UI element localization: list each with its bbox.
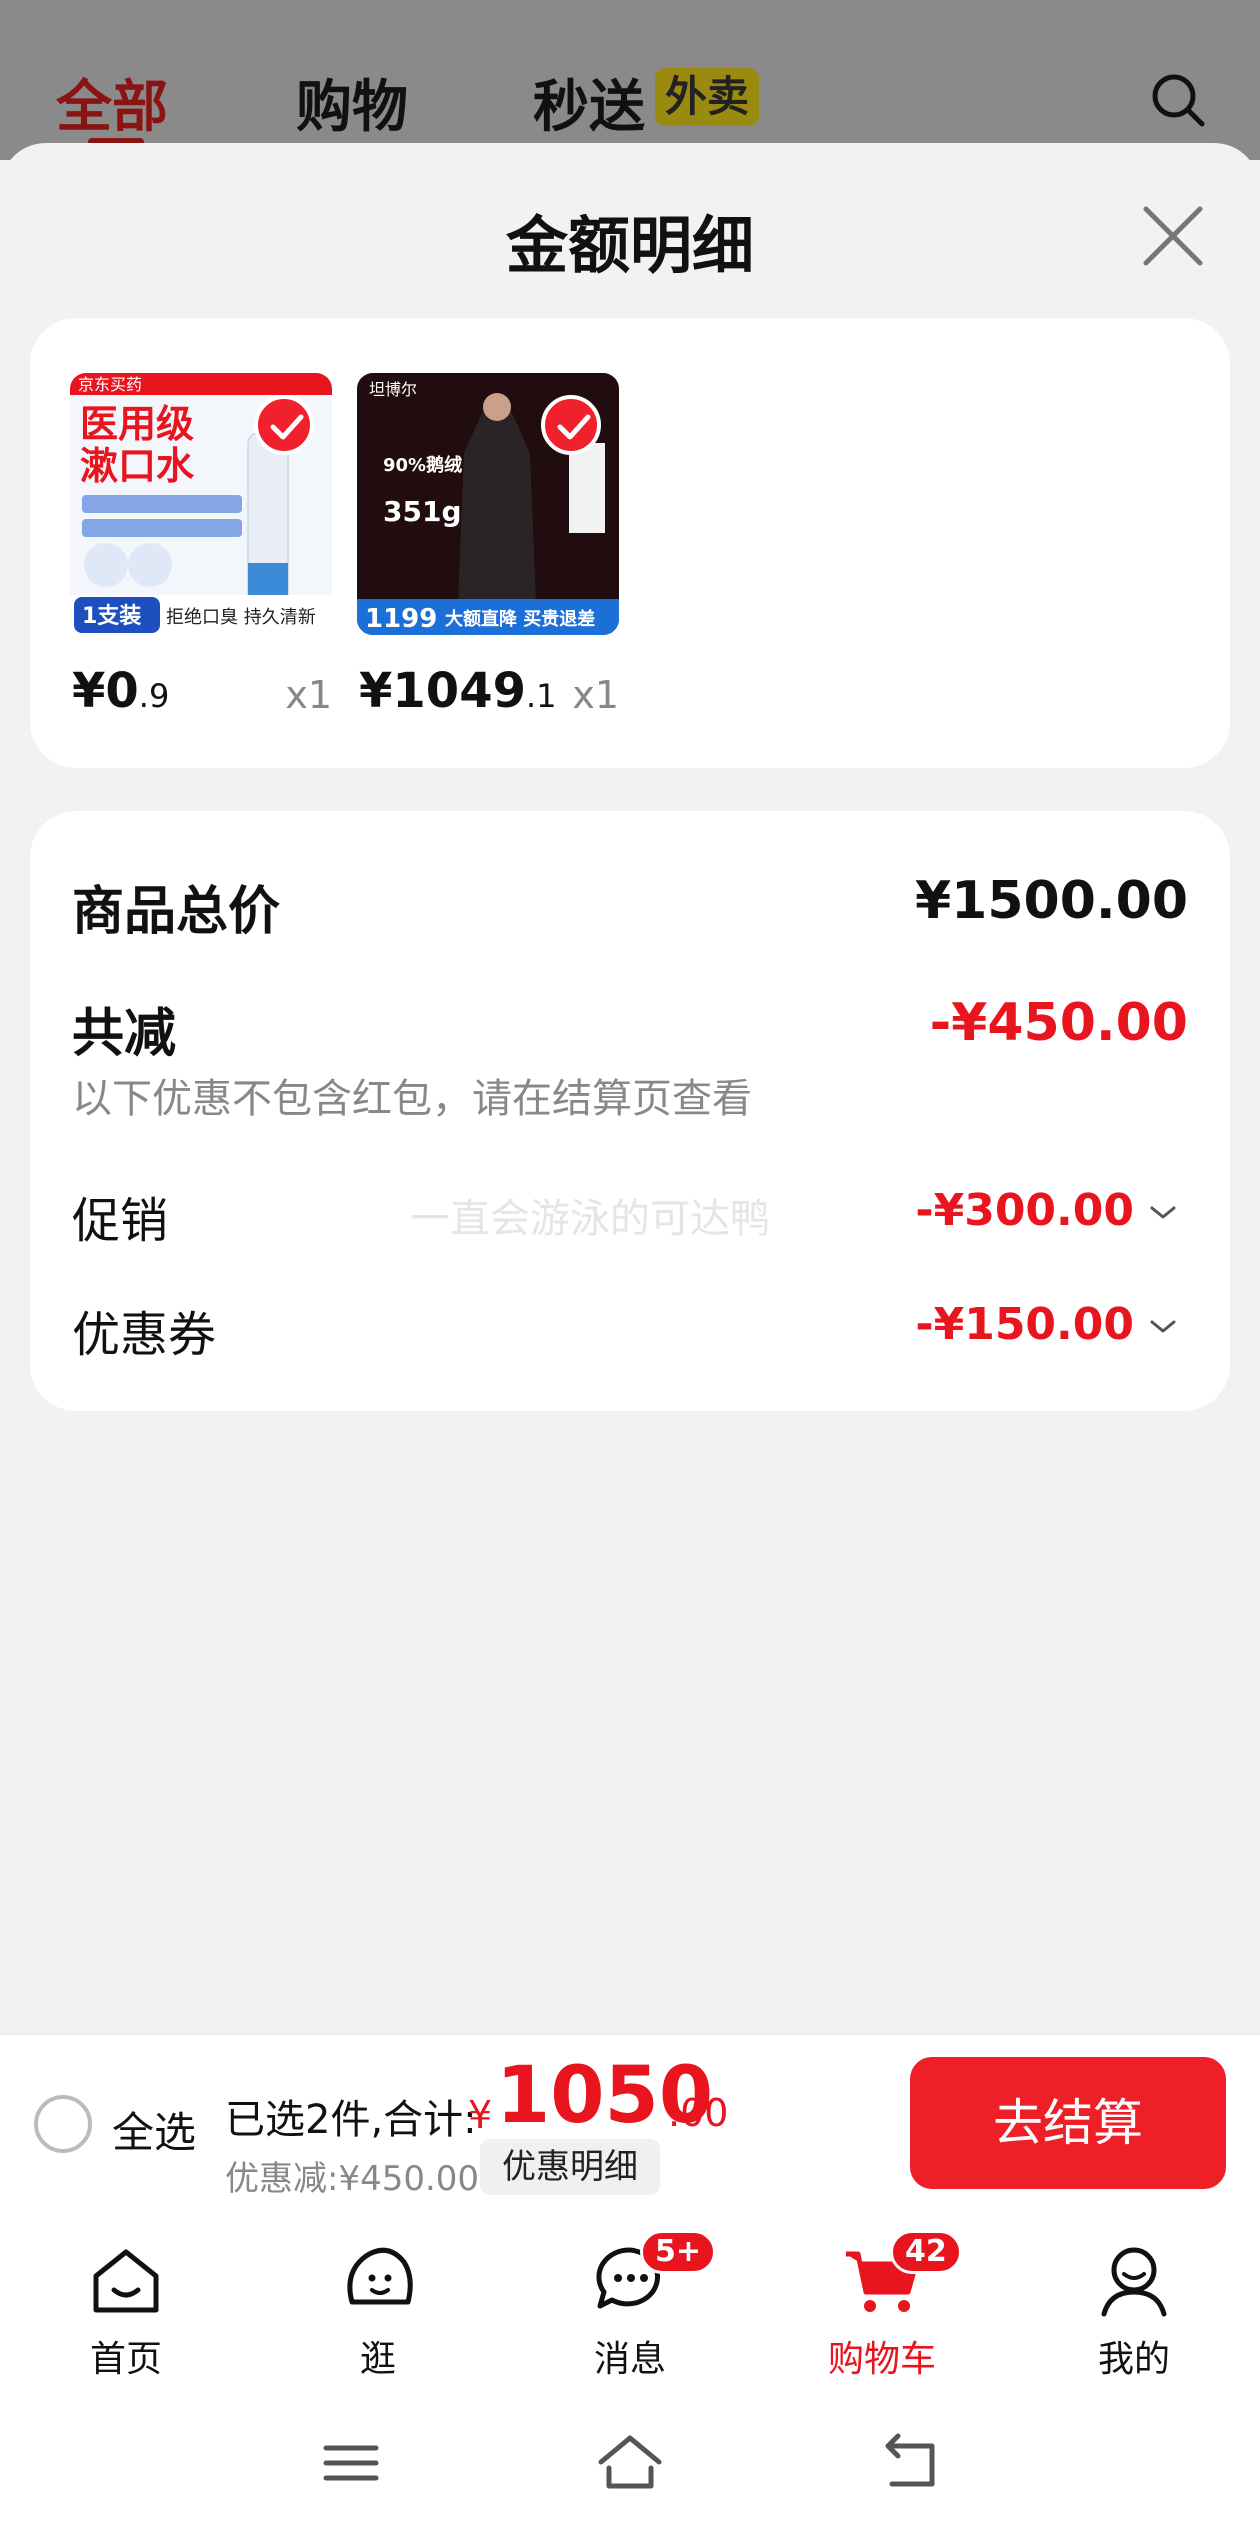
thumb-headline-1: 医用级 bbox=[80, 402, 194, 446]
thumb-brand-text: 京东买药 bbox=[78, 375, 142, 394]
bottom-nav: 首页 逛 5+ 消息 42 购物车 我的 bbox=[0, 2210, 1260, 2390]
nav-label: 首页 bbox=[89, 2339, 162, 2380]
selected-check-icon[interactable] bbox=[254, 395, 314, 455]
thumb-price-text: 1199 bbox=[365, 604, 437, 634]
reduction-note: 以下优惠不包含红包，请在结算页查看 bbox=[72, 1076, 752, 1122]
chevron-down-icon[interactable] bbox=[1148, 1203, 1178, 1223]
selected-count-text: 已选2件,合计: bbox=[225, 2097, 477, 2143]
system-nav-bar bbox=[0, 2390, 1260, 2531]
product-quantity: x1 bbox=[285, 673, 332, 717]
discount-amount-text: 优惠减:¥450.00 bbox=[225, 2159, 480, 2199]
tab-instant-delivery[interactable]: 秒送 bbox=[533, 62, 645, 143]
thumb-brand-text: 坦博尔 bbox=[369, 380, 417, 399]
nav-item-cart[interactable]: 42 购物车 bbox=[802, 2230, 962, 2380]
nav-label: 消息 bbox=[593, 2339, 666, 2380]
product-price-row: ¥0.9 x1 bbox=[70, 663, 332, 723]
watermark-text: 一直会游泳的可达鸭 bbox=[410, 1196, 770, 1242]
chevron-down-icon[interactable] bbox=[1148, 1317, 1178, 1337]
product-item[interactable]: 京东买药 医用级 漱口水 1支装 拒绝口臭 持久清新 ¥0.9 x1 bbox=[70, 373, 332, 719]
product-list-card: 京东买药 医用级 漱口水 1支装 拒绝口臭 持久清新 ¥0.9 x1 坦博尔 9… bbox=[30, 318, 1230, 768]
product-thumbnail: 京东买药 医用级 漱口水 1支装 拒绝口臭 持久清新 bbox=[70, 373, 332, 635]
select-all-label[interactable]: 全选 bbox=[112, 2099, 196, 2160]
total-currency: ¥ bbox=[468, 2093, 493, 2137]
select-all-radio[interactable] bbox=[34, 2095, 92, 2153]
sheet-title: 金额明细 bbox=[505, 209, 754, 282]
coupon-value[interactable]: -¥150.00 bbox=[915, 1299, 1134, 1350]
selected-check-icon[interactable] bbox=[541, 395, 601, 455]
nav-label: 我的 bbox=[1097, 2339, 1170, 2380]
checkout-bar: 全选 已选2件,合计: ¥ 1050 .00 优惠减:¥450.00 优惠明细 … bbox=[0, 2034, 1260, 2210]
tab-all[interactable]: 全部 bbox=[56, 62, 168, 143]
coupon-label: 优惠券 bbox=[72, 1307, 217, 1363]
nav-item-profile[interactable]: 我的 bbox=[1054, 2230, 1214, 2380]
thumb-slogan: 大额直降 买贵退差 bbox=[445, 608, 595, 630]
nav-item-home[interactable]: 首页 bbox=[46, 2230, 206, 2380]
thumb-feature-text: 90%鹅绒 bbox=[383, 454, 462, 476]
takeout-badge: 外卖 bbox=[655, 68, 760, 126]
price-summary-card: 商品总价 ¥1500.00 共减 -¥450.00 以下优惠不包含红包，请在结算… bbox=[30, 811, 1230, 1411]
total-price-value: ¥1500.00 bbox=[914, 871, 1188, 931]
product-price: ¥0.9 bbox=[72, 663, 170, 719]
nav-item-messages[interactable]: 5+ 消息 bbox=[550, 2230, 717, 2380]
checkout-button[interactable]: 去结算 bbox=[910, 2057, 1226, 2189]
total-price-label: 商品总价 bbox=[72, 882, 281, 942]
cart-count-badge: 42 bbox=[890, 2230, 962, 2274]
amount-detail-sheet: 金额明细 京东买药 医用级 漱口水 1支装 拒绝口臭 持久清新 ¥0.9 x1 … bbox=[0, 143, 1260, 2033]
product-price: ¥1049.1 bbox=[359, 663, 557, 719]
nav-item-explore[interactable]: 逛 bbox=[298, 2230, 458, 2380]
product-item[interactable]: 坦博尔 90%鹅绒 351g 1199 大额直降 买贵退差 ¥1049.1 x1 bbox=[357, 373, 619, 719]
profile-icon bbox=[1101, 2247, 1167, 2317]
system-home-icon[interactable] bbox=[595, 2428, 665, 2498]
discount-detail-button[interactable]: 优惠明细 bbox=[480, 2139, 660, 2195]
thumb-slogan: 拒绝口臭 持久清新 bbox=[166, 607, 316, 628]
explore-icon bbox=[347, 2247, 413, 2305]
product-quantity: x1 bbox=[572, 673, 619, 717]
close-icon[interactable] bbox=[1138, 201, 1208, 271]
tab-shopping[interactable]: 购物 bbox=[296, 62, 408, 143]
search-icon[interactable] bbox=[1150, 72, 1206, 128]
back-icon[interactable] bbox=[876, 2428, 946, 2498]
product-price-row: ¥1049.1 x1 bbox=[357, 663, 619, 723]
product-thumbnail: 坦博尔 90%鹅绒 351g 1199 大额直降 买贵退差 bbox=[357, 373, 619, 635]
nav-label: 购物车 bbox=[827, 2339, 936, 2380]
menu-icon[interactable] bbox=[316, 2428, 386, 2498]
thumb-weight-text: 351g bbox=[383, 495, 462, 528]
total-reduction-label: 共减 bbox=[72, 1004, 177, 1064]
promotion-value[interactable]: -¥300.00 bbox=[915, 1185, 1134, 1236]
home-icon bbox=[93, 2249, 159, 2313]
background-tab-bar: 全部 购物 秒送 外卖 bbox=[0, 0, 1260, 160]
message-count-badge: 5+ bbox=[640, 2230, 717, 2274]
nav-label: 逛 bbox=[359, 2339, 396, 2380]
thumb-pack-label: 1支装 bbox=[82, 604, 141, 629]
promotion-label: 促销 bbox=[72, 1193, 169, 1249]
thumb-headline-2: 漱口水 bbox=[80, 444, 195, 488]
total-reduction-value: -¥450.00 bbox=[929, 993, 1188, 1053]
total-cents: .00 bbox=[668, 2091, 729, 2135]
